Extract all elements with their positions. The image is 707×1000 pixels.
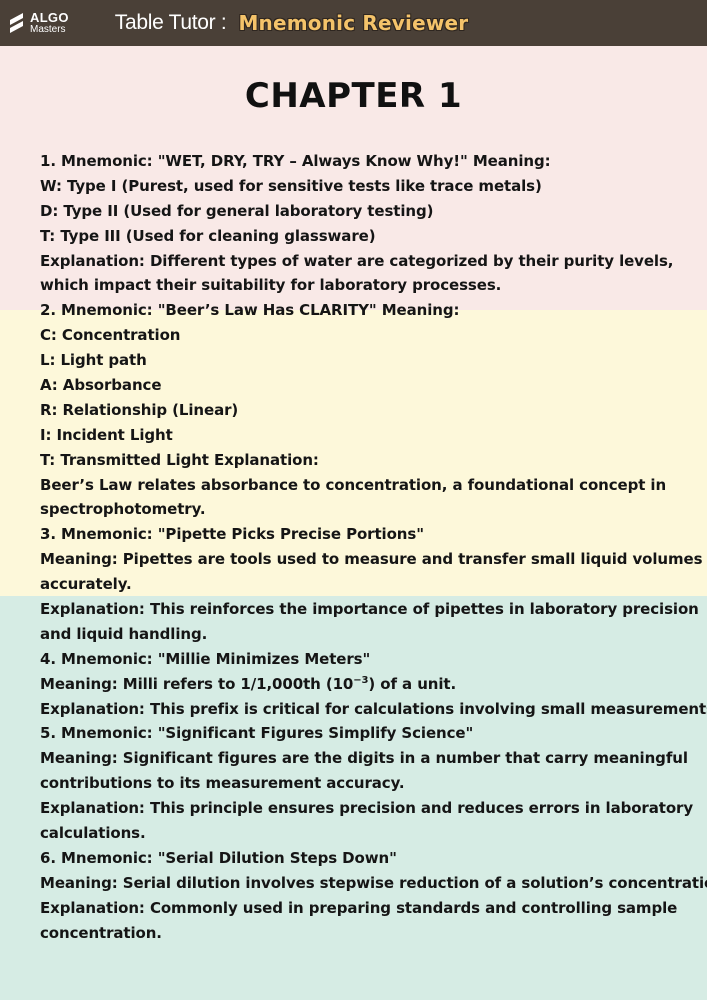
text-line: C: Concentration bbox=[40, 326, 181, 345]
text-line: Explanation: This prefix is critical for… bbox=[40, 699, 707, 718]
text-line: T: Transmitted Light Explanation: bbox=[40, 450, 319, 469]
logo-word: ALGO bbox=[30, 10, 69, 25]
text-line: L: Light path bbox=[40, 351, 147, 370]
text-line: 5. Mnemonic: "Significant Figures Simpli… bbox=[40, 724, 474, 743]
app-title: Table Tutor : bbox=[114, 11, 227, 34]
text-line: Meaning: Pipettes are tools used to meas… bbox=[40, 550, 703, 569]
text-line: contributions to its measurement accurac… bbox=[40, 774, 405, 793]
algo-mark-icon bbox=[10, 13, 23, 33]
text-line: spectrophotometry. bbox=[40, 500, 206, 519]
text-line: Explanation: This principle ensures prec… bbox=[40, 799, 694, 818]
text-line: accurately. bbox=[40, 575, 132, 594]
text-line: concentration. bbox=[40, 923, 162, 942]
text-line: W: Type I (Purest, used for sensitive te… bbox=[40, 176, 542, 195]
text-line: T: Type III (Used for cleaning glassware… bbox=[40, 226, 376, 245]
text-line: Explanation: This reinforces the importa… bbox=[40, 600, 699, 619]
text-line: calculations. bbox=[40, 824, 146, 843]
algomasters-logo: ALGO Masters bbox=[8, 11, 69, 35]
text-line: I: Incident Light bbox=[40, 425, 173, 444]
milli-meaning-end: ) of a unit. bbox=[368, 674, 457, 693]
text-line: and liquid handling. bbox=[40, 624, 208, 643]
text-line: 2. Mnemonic: "Beer’s Law Has CLARITY" Me… bbox=[40, 301, 460, 320]
text-line: Beer’s Law relates absorbance to concent… bbox=[40, 475, 667, 494]
header-bar: ALGO Masters Table Tutor : Mnemonic Revi… bbox=[0, 0, 707, 46]
text-line: 3. Mnemonic: "Pipette Picks Precise Port… bbox=[40, 525, 424, 544]
milli-exponent: −3 bbox=[353, 674, 369, 686]
app-subtitle: Mnemonic Reviewer bbox=[238, 11, 469, 35]
mnemonic-content: 1. Mnemonic: "WET, DRY, TRY – Always Kno… bbox=[40, 149, 707, 946]
chapter-title: CHAPTER 1 bbox=[244, 76, 463, 116]
text-line: 1. Mnemonic: "WET, DRY, TRY – Always Kno… bbox=[40, 152, 551, 170]
text-line: D: Type II (Used for general laboratory … bbox=[40, 201, 434, 220]
text-line: Meaning: Significant figures are the dig… bbox=[40, 749, 688, 768]
milli-meaning-line: Meaning: Milli refers to 1/1,000th (10−3… bbox=[40, 672, 690, 697]
text-line: Explanation: Different types of water ar… bbox=[40, 251, 674, 270]
text-line: A: Absorbance bbox=[40, 376, 162, 395]
text-line: 4. Mnemonic: "Millie Minimizes Meters" bbox=[40, 649, 371, 668]
text-line: R: Relationship (Linear) bbox=[40, 400, 239, 419]
text-line: Explanation: Commonly used in preparing … bbox=[40, 898, 678, 917]
logo-subtitle: Masters bbox=[30, 24, 66, 35]
milli-meaning-start: Meaning: Milli refers to 1/1,000th (10 bbox=[40, 674, 354, 693]
text-line: Meaning: Serial dilution involves stepwi… bbox=[40, 873, 707, 892]
text-line: 6. Mnemonic: "Serial Dilution Steps Down… bbox=[40, 848, 397, 867]
text-line: which impact their suitability for labor… bbox=[40, 276, 502, 295]
